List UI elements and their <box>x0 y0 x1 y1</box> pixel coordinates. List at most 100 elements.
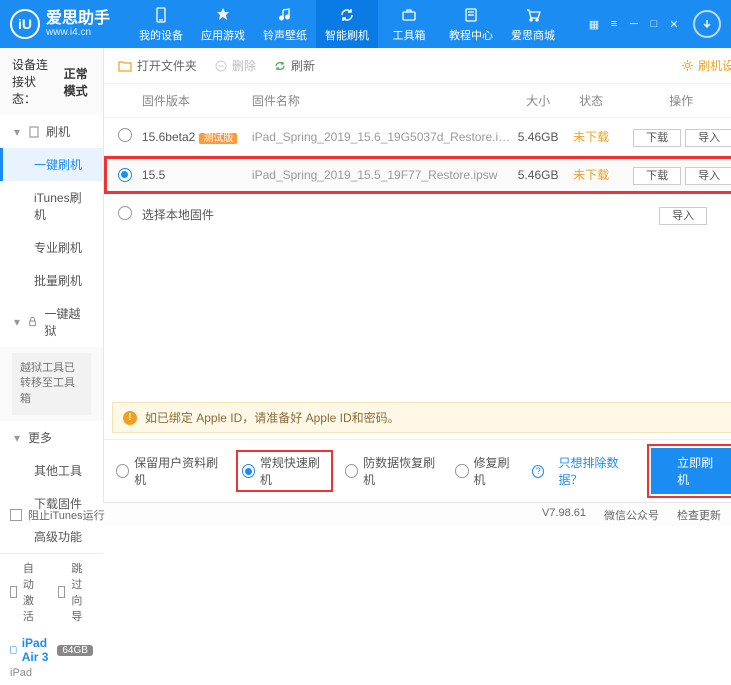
mode-radio[interactable] <box>242 464 255 478</box>
fw-size: 5.46GB <box>510 168 566 182</box>
import-button[interactable]: 导入 <box>659 207 707 225</box>
download-button[interactable]: 下载 <box>633 167 681 185</box>
maximize-button[interactable]: □ <box>645 17 663 31</box>
import-button[interactable]: 导入 <box>685 129 731 147</box>
flash-icon <box>28 126 40 138</box>
skip-guide-checkbox[interactable] <box>58 586 65 598</box>
sidebar-item-itunes[interactable]: iTunes刷机 <box>0 181 103 231</box>
mode-repair[interactable]: 修复刷机 <box>455 454 518 488</box>
refresh-button[interactable]: 刷新 <box>274 57 315 74</box>
toolbox-icon <box>400 6 418 24</box>
nav-ringtones[interactable]: 铃声壁纸 <box>254 0 316 48</box>
fw-name: iPad_Spring_2019_15.5_19F77_Restore.ipsw <box>252 168 510 182</box>
local-firmware-row[interactable]: 选择本地固件 导入 <box>104 194 731 235</box>
fw-state: 未下载 <box>566 166 616 183</box>
close-button[interactable]: ✕ <box>665 17 683 31</box>
mode-label: 防数据恢复刷机 <box>363 454 441 488</box>
open-folder-button[interactable]: 打开文件夹 <box>118 57 197 74</box>
status-value: 正常模式 <box>64 65 91 99</box>
col-ops: 操作 <box>616 92 731 109</box>
version-label: V7.98.61 <box>542 507 586 523</box>
exclude-data-link[interactable]: 只想排除数据？ <box>558 454 637 488</box>
menu-icon[interactable]: ▦ <box>585 17 603 31</box>
block-itunes-checkbox[interactable] <box>10 509 22 521</box>
tool-label: 打开文件夹 <box>137 57 197 74</box>
mode-radio[interactable] <box>345 464 358 478</box>
row-radio[interactable] <box>118 128 132 142</box>
refresh-icon <box>274 60 286 72</box>
main-panel: 打开文件夹 删除 刷新 刷机设置 固件版本 固件名称 大小 状态 操作 15.6… <box>104 48 731 502</box>
wechat-link[interactable]: 微信公众号 <box>604 507 659 523</box>
device-status: 设备连接状态： 正常模式 <box>0 48 103 115</box>
warning-icon: ! <box>123 411 137 425</box>
fw-version: 15.5 <box>142 168 165 182</box>
mode-anti-recovery[interactable]: 防数据恢复刷机 <box>345 454 441 488</box>
app-icon <box>214 6 232 24</box>
warning-text: 如已绑定 Apple ID，请准备好 Apple ID和密码。 <box>145 409 400 426</box>
brand-site: www.i4.cn <box>46 27 110 38</box>
device-card[interactable]: iPad Air 3 64GB iPad <box>0 630 103 685</box>
mode-radio[interactable] <box>455 464 468 478</box>
nav-tutorials[interactable]: 教程中心 <box>440 0 502 48</box>
fw-settings-button[interactable]: 刷机设置 <box>681 57 731 74</box>
sidebar-item-pro[interactable]: 专业刷机 <box>0 231 103 264</box>
mode-keep-data[interactable]: 保留用户资料刷机 <box>116 454 224 488</box>
import-button[interactable]: 导入 <box>685 167 731 185</box>
toolbar: 打开文件夹 删除 刷新 刷机设置 <box>104 48 731 84</box>
chevron-down-icon: ▾ <box>14 125 22 139</box>
gear-icon <box>681 59 694 72</box>
storage-badge: 64GB <box>57 645 93 656</box>
sidebar-item-oneclick[interactable]: 一键刷机 <box>0 148 103 181</box>
fw-name: iPad_Spring_2019_15.6_19G5037d_Restore.i… <box>252 130 510 144</box>
settings-icon[interactable]: ≡ <box>605 17 623 31</box>
info-icon[interactable]: ? <box>532 465 544 478</box>
section-flash[interactable]: ▾刷机 <box>0 115 103 148</box>
nav-apps[interactable]: 应用游戏 <box>192 0 254 48</box>
download-ring-icon[interactable] <box>693 10 721 38</box>
book-icon <box>462 6 480 24</box>
mode-label: 保留用户资料刷机 <box>134 454 224 488</box>
mode-quick[interactable]: 常规快速刷机 <box>238 452 331 490</box>
sidebar-item-other[interactable]: 其他工具 <box>0 454 103 487</box>
check-update-link[interactable]: 检查更新 <box>677 507 721 523</box>
nav-label: 铃声壁纸 <box>263 27 307 43</box>
brand-name: 爱思助手 <box>46 10 110 28</box>
table-row[interactable]: 15.6beta2测试版 iPad_Spring_2019_15.6_19G50… <box>104 118 731 156</box>
download-button[interactable]: 下载 <box>633 129 681 147</box>
tablet-icon <box>10 643 17 657</box>
auto-activate-checkbox[interactable] <box>10 586 17 598</box>
local-fw-label: 选择本地固件 <box>142 206 214 223</box>
flash-now-button[interactable]: 立即刷机 <box>651 448 731 494</box>
nav-store[interactable]: 爱思商城 <box>502 0 564 48</box>
logo-icon: iU <box>10 9 40 39</box>
refresh-icon <box>338 6 356 24</box>
folder-icon <box>118 60 132 72</box>
sidebar: 设备连接状态： 正常模式 ▾刷机 一键刷机 iTunes刷机 专业刷机 批量刷机… <box>0 48 104 502</box>
section-more[interactable]: ▾更多 <box>0 421 103 454</box>
brand: iU 爱思助手 www.i4.cn <box>10 9 110 39</box>
col-name: 固件名称 <box>252 92 510 109</box>
nav-label: 应用游戏 <box>201 27 245 43</box>
section-jailbreak[interactable]: ▾一键越狱 <box>0 297 103 347</box>
nav-label: 工具箱 <box>393 27 426 43</box>
window-controls: ▦ ≡ ─ □ ✕ <box>585 10 721 38</box>
mode-label: 常规快速刷机 <box>260 454 327 488</box>
auto-activate-label: 自动激活 <box>23 560 45 624</box>
row-radio[interactable] <box>118 168 132 182</box>
table-row[interactable]: 15.5 iPad_Spring_2019_15.5_19F77_Restore… <box>104 156 731 194</box>
nav-label: 爱思商城 <box>511 27 555 43</box>
warning-bar: ! 如已绑定 Apple ID，请准备好 Apple ID和密码。 × <box>112 402 731 433</box>
mode-radio[interactable] <box>116 464 129 478</box>
nav-my-device[interactable]: 我的设备 <box>130 0 192 48</box>
chevron-down-icon: ▾ <box>14 315 21 329</box>
beta-tag: 测试版 <box>199 133 237 144</box>
nav-flash[interactable]: 智能刷机 <box>316 0 378 48</box>
nav-label: 我的设备 <box>139 27 183 43</box>
minimize-button[interactable]: ─ <box>625 17 643 31</box>
sidebar-item-batch[interactable]: 批量刷机 <box>0 264 103 297</box>
sidebar-item-advanced[interactable]: 高级功能 <box>0 520 103 553</box>
col-size: 大小 <box>510 92 566 109</box>
row-radio[interactable] <box>118 206 132 220</box>
nav-toolbox[interactable]: 工具箱 <box>378 0 440 48</box>
jailbreak-note: 越狱工具已转移至工具箱 <box>12 353 91 415</box>
